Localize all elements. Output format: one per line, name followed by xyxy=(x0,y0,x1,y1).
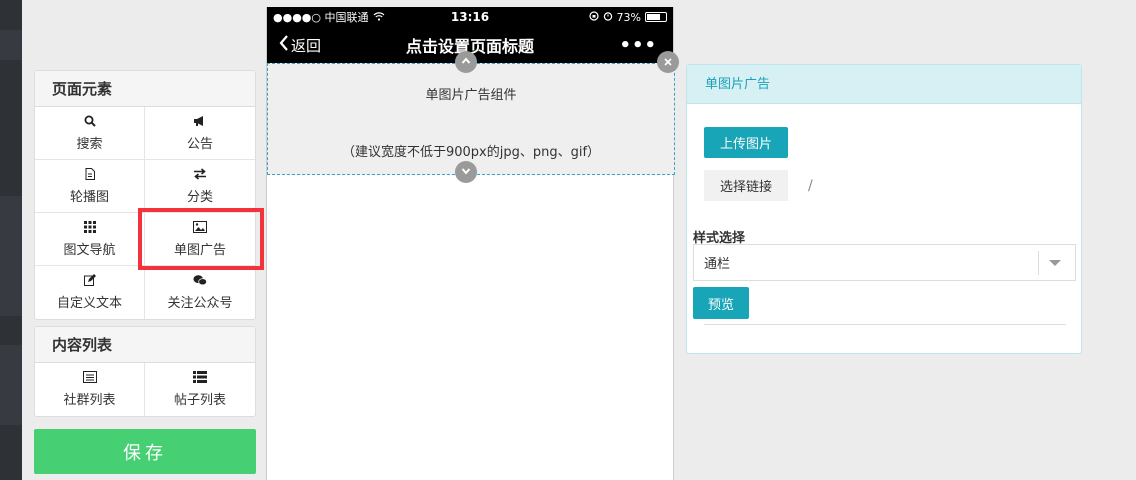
sidebar-strip xyxy=(0,0,22,480)
more-menu-button[interactable]: ••• xyxy=(619,35,657,56)
element-label: 帖子列表 xyxy=(173,393,226,408)
ad-settings-header: 单图片广告 xyxy=(687,65,1081,104)
sidebar-segment xyxy=(0,30,22,60)
select-divider xyxy=(1038,251,1039,275)
element-label: 搜索 xyxy=(76,136,103,152)
search-icon xyxy=(83,115,97,127)
page-elements-title: 页面元素 xyxy=(35,71,255,107)
lock-rotation-icon xyxy=(588,10,599,24)
highlight-annotation xyxy=(138,208,264,270)
style-select[interactable]: 通栏 xyxy=(693,244,1076,281)
element-label: 自定义文本 xyxy=(56,296,122,311)
status-bar: ●●●●○ 中国联通 13:16 73% xyxy=(267,7,673,27)
chevron-left-icon xyxy=(279,35,289,55)
list-alt-icon xyxy=(82,371,97,383)
alarm-icon xyxy=(603,11,613,24)
chevron-up-icon xyxy=(461,55,471,70)
upload-image-button[interactable]: 上传图片 xyxy=(704,127,788,158)
edit-icon xyxy=(83,274,97,286)
ad-component-hint: （建议宽度不低于900px的jpg、png、gif） xyxy=(341,145,601,160)
element-label: 轮播图 xyxy=(69,189,109,205)
element-label: 分类 xyxy=(186,189,213,205)
wechat-icon xyxy=(193,274,207,286)
save-button[interactable]: 保存 xyxy=(34,429,256,474)
style-select-value: 通栏 xyxy=(704,257,731,272)
select-link-button[interactable]: 选择链接 xyxy=(704,170,788,201)
preview-button[interactable]: 预览 xyxy=(693,287,749,319)
divider xyxy=(704,324,1066,325)
back-label: 返回 xyxy=(291,36,322,55)
ad-settings-panel: 单图片广告 上传图片 选择链接 / 样式选择 通栏 预览 xyxy=(686,64,1082,354)
element-label: 社群列表 xyxy=(63,393,116,408)
chevron-down-icon xyxy=(461,165,471,180)
element-label: 关注公众号 xyxy=(167,296,233,311)
element-post-list[interactable]: 帖子列表 xyxy=(145,363,255,416)
back-button[interactable]: 返回 xyxy=(267,35,321,56)
close-icon xyxy=(664,55,672,70)
element-search[interactable]: 搜索 xyxy=(35,107,145,160)
element-custom-text[interactable]: 自定义文本 xyxy=(35,266,145,319)
file-icon xyxy=(83,167,97,180)
delete-component-button[interactable] xyxy=(657,51,679,73)
element-label: 图文导航 xyxy=(63,242,116,258)
element-notice[interactable]: 公告 xyxy=(145,107,255,160)
element-nav[interactable]: 图文导航 xyxy=(35,213,145,266)
page-elements-panel: 页面元素 搜索 公告 轮播图 分类 图文导航 单图广告 自定义文本 关注公众号 xyxy=(34,70,256,320)
sidebar-segment xyxy=(0,196,22,316)
content-list-panel: 内容列表 社群列表 帖子列表 xyxy=(34,326,256,417)
exchange-icon xyxy=(193,167,207,180)
battery-percent: 73% xyxy=(616,10,641,24)
single-image-ad-component[interactable]: 单图片广告组件 （建议宽度不低于900px的jpg、png、gif） xyxy=(267,63,675,175)
move-up-button[interactable] xyxy=(455,51,477,73)
element-label: 公告 xyxy=(186,136,213,152)
move-down-button[interactable] xyxy=(455,161,477,183)
element-carousel[interactable]: 轮播图 xyxy=(35,160,145,213)
sidebar-segment xyxy=(0,345,22,425)
element-follow-account[interactable]: 关注公众号 xyxy=(145,266,255,319)
grid-icon xyxy=(83,220,97,233)
element-category[interactable]: 分类 xyxy=(145,160,255,213)
content-list-title: 内容列表 xyxy=(35,327,255,363)
battery-icon xyxy=(645,12,667,22)
element-community-list[interactable]: 社群列表 xyxy=(35,363,145,416)
list-icon xyxy=(193,371,207,383)
link-separator: / xyxy=(808,178,813,194)
battery-level xyxy=(647,14,661,20)
phone-preview: ●●●●○ 中国联通 13:16 73% 返回 点击设置页面标题 ••• 单图片… xyxy=(266,7,679,480)
megaphone-icon xyxy=(193,115,207,127)
ad-component-title: 单图片广告组件 xyxy=(425,88,517,103)
caret-down-icon xyxy=(1049,260,1061,266)
